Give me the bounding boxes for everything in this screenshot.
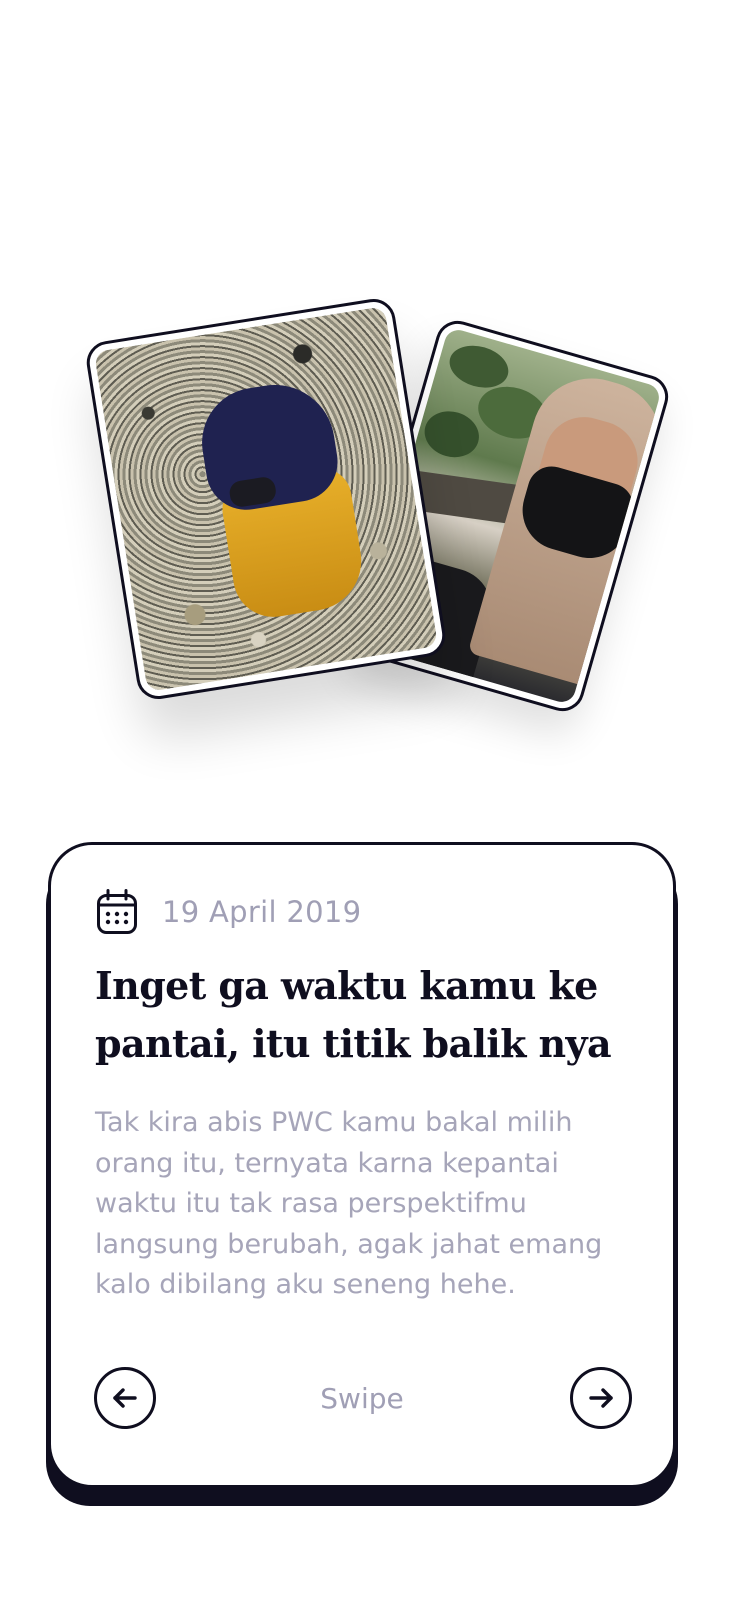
arrow-right-icon — [589, 1388, 613, 1408]
memory-description: Tak kira abis PWC kamu bakal milih orang… — [95, 1107, 603, 1300]
photo-beach-image — [93, 306, 439, 692]
memory-card: 19 April 2019 Inget ga waktu kamu ke pan… — [48, 842, 676, 1488]
date-row: 19 April 2019 — [96, 889, 361, 935]
calendar-icon — [97, 889, 137, 934]
photo-card-primary[interactable] — [83, 295, 449, 703]
memory-screen: 19 April 2019 Inget ga waktu kamu ke pan… — [0, 0, 750, 1624]
next-button[interactable] — [570, 1367, 632, 1429]
memory-title: Inget ga waktu kamu ke pantai, itu titik… — [95, 963, 612, 1066]
memory-date: 19 April 2019 — [162, 895, 362, 929]
